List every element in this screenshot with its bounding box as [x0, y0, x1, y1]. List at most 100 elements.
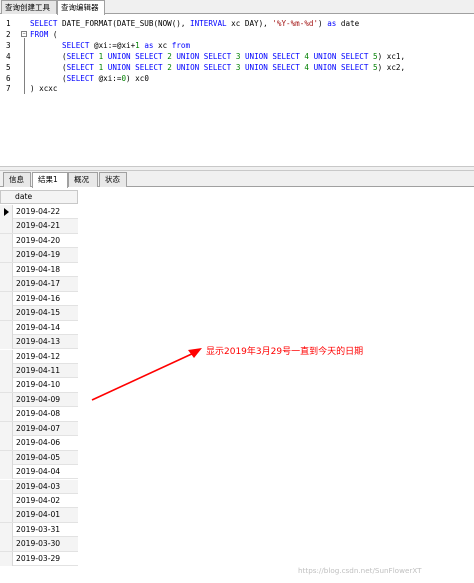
row-indicator[interactable]: [0, 233, 13, 248]
table-row[interactable]: 2019-04-16: [0, 291, 78, 307]
date-cell[interactable]: 2019-04-03: [16, 480, 60, 494]
table-row[interactable]: 2019-04-14: [0, 320, 78, 335]
row-indicator[interactable]: [0, 335, 13, 350]
tab-result1[interactable]: 结果1: [32, 172, 68, 188]
date-cell[interactable]: 2019-04-07: [16, 422, 60, 436]
fold-toggle-icon[interactable]: −: [21, 30, 27, 37]
row-indicator[interactable]: [0, 291, 13, 306]
row-indicator[interactable]: [0, 277, 13, 292]
code-line[interactable]: 6 (SELECT @xi:=0) xc0: [0, 73, 474, 84]
table-row[interactable]: 2019-04-08: [0, 407, 78, 422]
table-row[interactable]: 2019-03-29: [0, 551, 78, 567]
row-indicator[interactable]: [0, 205, 13, 219]
row-indicator[interactable]: [0, 219, 13, 234]
table-row[interactable]: 2019-04-13: [0, 335, 78, 350]
code-line[interactable]: 1 SELECT DATE_FORMAT(DATE_SUB(NOW(), INTE…: [0, 18, 474, 29]
date-cell[interactable]: 2019-04-22: [16, 205, 60, 219]
table-row[interactable]: 2019-04-05: [0, 450, 78, 466]
table-row[interactable]: 2019-04-12: [0, 349, 78, 364]
column-header-date[interactable]: date: [0, 190, 78, 204]
table-row[interactable]: 2019-04-02: [0, 494, 78, 509]
date-cell[interactable]: 2019-04-14: [16, 321, 60, 335]
table-row[interactable]: 2019-04-04: [0, 465, 78, 480]
date-cell[interactable]: 2019-04-16: [16, 292, 60, 306]
table-row[interactable]: 2019-04-07: [0, 421, 78, 437]
tab-status[interactable]: 状态: [99, 172, 127, 187]
date-cell[interactable]: 2019-04-19: [16, 248, 60, 262]
row-indicator[interactable]: [0, 494, 13, 508]
row-indicator[interactable]: [0, 392, 13, 407]
result-tab-bar: 信息 结果1 概况 状态: [0, 171, 474, 188]
row-indicator[interactable]: [0, 407, 13, 422]
date-cell[interactable]: 2019-04-21: [16, 219, 60, 233]
date-cell[interactable]: 2019-03-31: [16, 523, 60, 537]
fold-guide: [24, 37, 25, 95]
row-indicator[interactable]: [0, 450, 13, 465]
date-cell[interactable]: 2019-03-30: [16, 537, 60, 551]
row-indicator[interactable]: [0, 436, 13, 451]
row-indicator[interactable]: [0, 363, 13, 378]
table-row[interactable]: 2019-04-06: [0, 436, 78, 451]
date-cell[interactable]: 2019-04-18: [16, 263, 60, 277]
table-row[interactable]: 2019-04-01: [0, 508, 78, 523]
row-indicator[interactable]: [0, 262, 13, 277]
table-row[interactable]: 2019-04-18: [0, 262, 78, 278]
code-text: (SELECT 1 UNION SELECT 2 UNION SELECT 3 …: [30, 62, 406, 72]
date-cell[interactable]: 2019-04-09: [16, 393, 60, 407]
date-cell[interactable]: 2019-04-15: [16, 306, 60, 320]
date-cell[interactable]: 2019-04-17: [16, 277, 60, 291]
row-indicator[interactable]: [0, 421, 13, 436]
date-cell[interactable]: 2019-04-13: [16, 335, 60, 349]
code-line[interactable]: 4 (SELECT 1 UNION SELECT 2 UNION SELECT …: [0, 51, 474, 62]
date-cell[interactable]: 2019-04-02: [16, 494, 60, 508]
table-row[interactable]: 2019-04-21: [0, 219, 78, 234]
table-row[interactable]: 2019-04-17: [0, 277, 78, 292]
date-cell[interactable]: 2019-04-12: [16, 350, 60, 364]
code-text: (SELECT 1 UNION SELECT 2 UNION SELECT 3 …: [30, 51, 406, 61]
row-indicator[interactable]: [0, 465, 13, 480]
row-indicator[interactable]: [0, 349, 13, 364]
code-line[interactable]: 2 − FROM (: [0, 29, 474, 40]
code-line[interactable]: 3 SELECT @xi:=@xi+1 as xc from: [0, 40, 474, 51]
table-row[interactable]: 2019-04-15: [0, 306, 78, 321]
row-indicator[interactable]: [0, 522, 13, 537]
table-row[interactable]: 2019-04-22: [0, 205, 78, 220]
table-row[interactable]: 2019-04-19: [0, 248, 78, 263]
table-row[interactable]: 2019-04-10: [0, 378, 78, 393]
row-indicator[interactable]: [0, 378, 13, 393]
date-cell[interactable]: 2019-03-29: [16, 552, 60, 566]
table-row[interactable]: 2019-04-11: [0, 363, 78, 379]
date-cell[interactable]: 2019-04-06: [16, 436, 60, 450]
row-indicator[interactable]: [0, 508, 13, 523]
tab-info[interactable]: 信息: [3, 172, 31, 187]
code-line[interactable]: 5 (SELECT 1 UNION SELECT 2 UNION SELECT …: [0, 62, 474, 73]
tab-query-editor[interactable]: 查询编辑器: [57, 0, 105, 15]
line-number: 1: [6, 19, 11, 28]
date-cell[interactable]: 2019-04-08: [16, 407, 60, 421]
date-cell[interactable]: 2019-04-11: [16, 364, 60, 378]
line-number: 2: [6, 29, 11, 39]
row-indicator[interactable]: [0, 306, 13, 321]
line-number: 3: [6, 40, 11, 50]
table-row[interactable]: 2019-04-03: [0, 479, 78, 494]
date-cell[interactable]: 2019-04-04: [16, 465, 60, 479]
table-row[interactable]: 2019-04-09: [0, 392, 78, 408]
table-row[interactable]: 2019-03-31: [0, 522, 78, 538]
row-indicator[interactable]: [0, 320, 13, 335]
table-row[interactable]: 2019-04-20: [0, 233, 78, 249]
code-line[interactable]: 7) xcxc: [0, 83, 474, 94]
row-indicator[interactable]: [0, 551, 13, 566]
date-cell[interactable]: 2019-04-01: [16, 508, 60, 522]
result-grid[interactable]: date 2019-04-22 2019-04-21 2019-04-20 2019-…: [0, 188, 474, 583]
row-indicator[interactable]: [0, 537, 13, 552]
tab-profile[interactable]: 概况: [68, 172, 98, 187]
sql-editor[interactable]: 1 SELECT DATE_FORMAT(DATE_SUB(NOW(), INTE…: [0, 15, 474, 166]
date-cell[interactable]: 2019-04-20: [16, 234, 60, 248]
date-cell[interactable]: 2019-04-05: [16, 451, 60, 465]
row-indicator[interactable]: [0, 248, 13, 263]
row-indicator[interactable]: [0, 479, 13, 494]
tab-query-builder[interactable]: 查询创建工具: [1, 0, 57, 14]
top-tab-bar: 查询创建工具 查询编辑器: [0, 0, 474, 15]
table-row[interactable]: 2019-03-30: [0, 537, 78, 552]
date-cell[interactable]: 2019-04-10: [16, 378, 60, 392]
